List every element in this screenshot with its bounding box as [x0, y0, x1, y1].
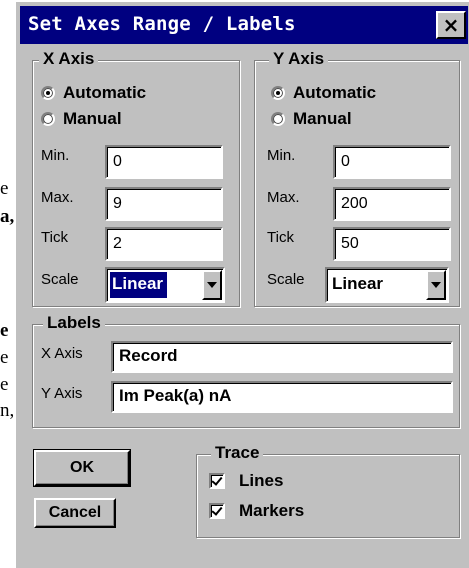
y-scale-dropdown-button[interactable]	[426, 270, 446, 300]
x-automatic-radio[interactable]: Automatic	[41, 83, 146, 103]
y-max-field[interactable]: 200	[333, 187, 451, 221]
x-manual-label: Manual	[63, 109, 122, 128]
y-scale-select[interactable]: Linear	[325, 267, 449, 303]
title-bar[interactable]: Set Axes Range / Labels ×	[20, 6, 468, 44]
radio-unselected-icon	[271, 112, 285, 126]
y-tick-label: Tick	[267, 229, 294, 246]
y-manual-label: Manual	[293, 109, 352, 128]
x-max-label: Max.	[41, 189, 74, 206]
ok-button-label: OK	[70, 459, 94, 476]
x-tick-field[interactable]: 2	[105, 227, 223, 261]
x-axis-group: X Axis Automatic Manual Min. 0 Max. 9 Ti…	[32, 49, 240, 307]
x-min-field[interactable]: 0	[105, 145, 223, 179]
trace-group: Trace Lines Markers	[196, 443, 460, 538]
background-text-fragment: e	[0, 178, 9, 199]
radio-unselected-icon	[41, 112, 55, 126]
y-manual-radio[interactable]: Manual	[271, 109, 352, 129]
y-axis-group: Y Axis Automatic Manual Min. 0 Max. 200 …	[254, 49, 460, 307]
x-axis-legend: X Axis	[39, 49, 99, 69]
y-tick-field[interactable]: 50	[333, 227, 451, 261]
x-scale-label: Scale	[41, 271, 79, 288]
y-scale-label: Scale	[267, 271, 305, 288]
x-scale-value: Linear	[108, 271, 169, 299]
x-scale-dropdown-button[interactable]	[202, 270, 222, 300]
labels-group: Labels X Axis Record Y Axis Im Peak(a) n…	[32, 313, 460, 428]
cancel-button-label: Cancel	[48, 504, 102, 521]
dialog-title: Set Axes Range / Labels	[28, 13, 296, 35]
lines-checkbox[interactable]: Lines	[209, 471, 283, 491]
x-manual-radio[interactable]: Manual	[41, 109, 122, 129]
markers-checkbox[interactable]: Markers	[209, 501, 304, 521]
y-min-field[interactable]: 0	[333, 145, 451, 179]
y-min-label: Min.	[267, 147, 296, 164]
y-axis-legend: Y Axis	[269, 49, 329, 69]
y-automatic-label: Automatic	[293, 83, 377, 102]
trace-legend: Trace	[211, 443, 264, 463]
x-axis-label-caption: X Axis	[41, 345, 83, 362]
background-text-fragment: n,	[0, 400, 15, 421]
set-axes-dialog: Set Axes Range / Labels × X Axis Automat…	[14, 0, 469, 568]
checkmark-icon	[209, 503, 225, 519]
chevron-down-icon	[431, 282, 441, 288]
y-axis-label-caption: Y Axis	[41, 385, 83, 402]
chevron-down-icon	[207, 282, 217, 288]
background-text-fragment: e	[0, 347, 9, 368]
x-tick-label: Tick	[41, 229, 68, 246]
cancel-button[interactable]: Cancel	[34, 498, 116, 528]
x-axis-label-field[interactable]: Record	[111, 341, 453, 373]
labels-legend: Labels	[43, 313, 105, 333]
y-automatic-radio[interactable]: Automatic	[271, 83, 376, 103]
radio-selected-icon	[41, 86, 55, 100]
y-max-label: Max.	[267, 189, 300, 206]
ok-button[interactable]: OK	[33, 449, 131, 487]
y-axis-label-field[interactable]: Im Peak(a) nA	[111, 381, 453, 413]
x-max-field[interactable]: 9	[105, 187, 223, 221]
x-scale-select[interactable]: Linear	[105, 267, 225, 303]
close-button[interactable]: ×	[436, 11, 466, 39]
background-text-fragment: e	[0, 374, 9, 395]
markers-label: Markers	[239, 501, 305, 520]
background-text-fragment: e	[0, 320, 9, 341]
checkmark-icon	[209, 473, 225, 489]
close-icon: ×	[442, 13, 460, 37]
radio-selected-icon	[271, 86, 285, 100]
y-scale-value: Linear	[332, 274, 384, 293]
lines-label: Lines	[239, 471, 284, 490]
x-automatic-label: Automatic	[63, 83, 147, 102]
x-min-label: Min.	[41, 147, 70, 164]
background-text-fragment: a,	[0, 206, 15, 227]
